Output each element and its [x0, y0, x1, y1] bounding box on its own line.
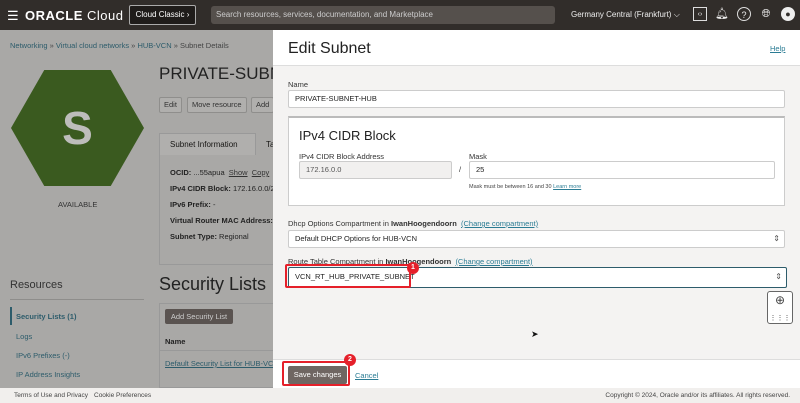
lifebuoy-icon: ⊕ — [774, 293, 786, 307]
select-arrows-icon: ⇕ — [775, 272, 782, 281]
add-security-list-button[interactable]: Add Security List — [165, 309, 233, 324]
subnet-hexagon-icon: S — [11, 70, 144, 186]
code-editor-icon[interactable]: ‹› — [693, 7, 707, 21]
dhcp-label: Dhcp Options Compartment in IwanHoogendo… — [288, 219, 539, 228]
move-resource-button[interactable]: Move resource — [187, 97, 247, 113]
status-label: AVAILABLE — [58, 200, 98, 209]
brand-oracle: ORACLE — [25, 8, 83, 23]
resource-ip-address-insights[interactable]: IP Address Insights — [16, 370, 80, 379]
copyright: Copyright © 2024, Oracle and/or its affi… — [605, 392, 790, 399]
cidr-address-label: IPv4 CIDR Block Address — [299, 152, 385, 161]
globe-icon[interactable]: 🌐︎ — [759, 7, 773, 21]
cancel-link[interactable]: Cancel — [355, 371, 378, 380]
learn-more-link[interactable]: Learn more — [553, 184, 581, 190]
info-subnet-type: Subnet Type: Regional — [170, 232, 249, 241]
oracle-cloud-logo[interactable]: ORACLE Cloud — [25, 8, 123, 23]
edit-button[interactable]: Edit — [159, 97, 182, 113]
mask-label: Mask — [469, 152, 487, 161]
info-ipv6-prefix: IPv6 Prefix: - — [170, 200, 216, 209]
tab-subnet-information[interactable]: Subnet Information — [159, 133, 256, 155]
chevron-down-icon: ⌵ — [673, 10, 680, 19]
info-ipv4-cidr: IPv4 CIDR Block: 172.16.0.0/2 — [170, 184, 275, 193]
cloud-classic-button[interactable]: Cloud Classic › — [129, 5, 196, 25]
name-label: Name — [288, 80, 309, 89]
resources-heading: Resources — [10, 279, 63, 291]
column-header-name: Name — [165, 337, 186, 346]
breadcrumb-vcns[interactable]: Virtual cloud networks — [56, 41, 129, 50]
info-vr-mac: Virtual Router MAC Address: — [170, 216, 273, 225]
breadcrumb-separator: » — [47, 41, 56, 50]
resource-security-lists[interactable]: Security Lists (1) — [16, 312, 76, 321]
mask-hint: Mask must be between 16 and 30 Learn mor… — [469, 184, 582, 190]
active-indicator — [10, 307, 12, 325]
slash-separator: / — [459, 165, 462, 174]
add-tags-button[interactable]: Add — [251, 97, 275, 113]
route-change-compartment-link[interactable]: (Change compartment) — [455, 257, 532, 266]
info-ocid: OCID: ...55apua Show Copy — [170, 168, 270, 177]
dhcp-options-select[interactable]: Default DHCP Options for HUB-VCN ⇕ — [288, 230, 785, 248]
panel-title: Edit Subnet — [288, 40, 371, 57]
cookie-preferences-link[interactable]: Cookie Preferences — [94, 388, 151, 403]
ocid-show-link[interactable]: Show — [229, 168, 248, 177]
step-badge-1: 1 — [407, 262, 419, 274]
breadcrumb: Networking » Virtual cloud networks » HU… — [10, 41, 229, 50]
mask-input[interactable]: 25 — [469, 161, 775, 179]
help-link[interactable]: Help — [770, 44, 785, 53]
user-icon[interactable]: ● — [781, 7, 795, 21]
bell-icon[interactable]: 🔔︎ — [715, 7, 729, 21]
resource-logs[interactable]: Logs — [16, 332, 32, 341]
region-selector[interactable]: Germany Central (Frankfurt) ⌵ — [571, 10, 680, 20]
divider — [10, 299, 144, 300]
page-footer: Terms of Use and Privacy Cookie Preferen… — [0, 388, 800, 403]
breadcrumb-current: Subnet Details — [179, 41, 229, 50]
menu-icon[interactable]: ☰ — [7, 8, 19, 24]
breadcrumb-networking[interactable]: Networking — [10, 41, 48, 50]
help-icon[interactable]: ? — [737, 7, 751, 21]
cidr-address-input[interactable]: 172.16.0.0 — [299, 161, 452, 179]
top-bar: ☰ ORACLE Cloud Cloud Classic › Search re… — [0, 0, 800, 30]
panel-footer: Save changes Cancel 2 — [273, 354, 800, 388]
security-list-link[interactable]: Default Security List for HUB-VC — [165, 359, 273, 368]
cidr-section-title: IPv4 CIDR Block — [299, 128, 396, 143]
name-input[interactable]: PRIVATE-SUBNET-HUB — [288, 90, 785, 108]
dhcp-change-compartment-link[interactable]: (Change compartment) — [461, 219, 538, 228]
security-lists-heading: Security Lists — [159, 274, 267, 294]
breadcrumb-hub-vcn[interactable]: HUB-VCN — [137, 41, 171, 50]
breadcrumb-separator: » — [171, 41, 180, 50]
grid-icon: ⋮⋮⋮ — [769, 315, 791, 322]
region-label: Germany Central (Frankfurt) — [571, 10, 672, 19]
cidr-block-section: IPv4 CIDR Block IPv4 CIDR Block Address … — [288, 116, 785, 206]
highlight-box-1 — [285, 264, 411, 288]
search-input[interactable]: Search resources, services, documentatio… — [211, 6, 555, 24]
help-lifebuoy-button[interactable]: ⊕ ⋮⋮⋮ — [767, 291, 793, 324]
panel-header: Edit Subnet Help — [273, 30, 800, 66]
select-arrows-icon: ⇕ — [773, 234, 780, 243]
divider — [159, 350, 279, 351]
terms-link[interactable]: Terms of Use and Privacy — [14, 388, 88, 403]
ocid-copy-link[interactable]: Copy — [252, 168, 270, 177]
step-badge-2: 2 — [344, 354, 356, 366]
highlight-box-2 — [282, 361, 350, 386]
resource-ipv6-prefixes[interactable]: IPv6 Prefixes (-) — [16, 351, 70, 360]
mouse-cursor-icon: ➤ — [531, 329, 539, 339]
brand-cloud: Cloud — [87, 8, 124, 23]
